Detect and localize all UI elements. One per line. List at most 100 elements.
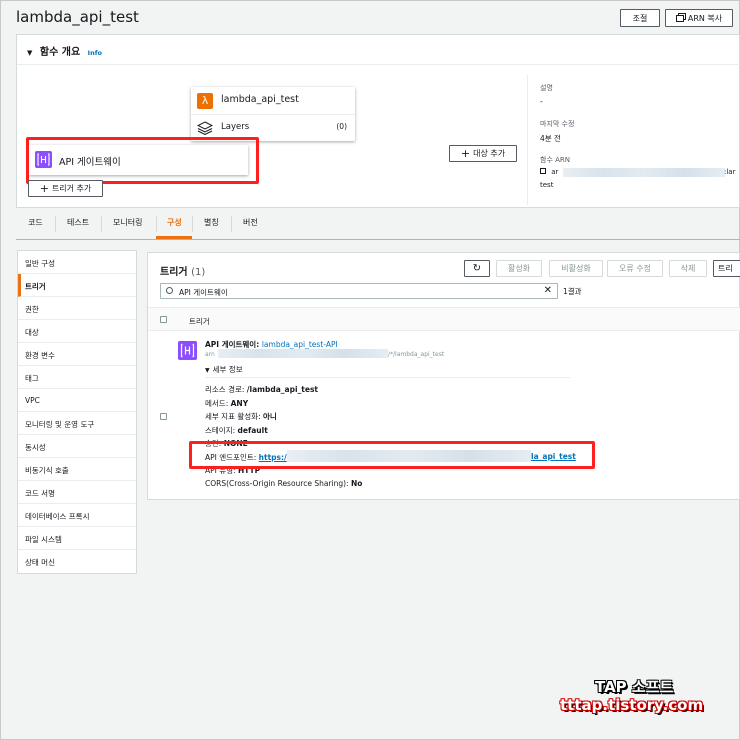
last-modified-value: 4분 전 (540, 134, 561, 143)
configuration-sidebar: 일반 구성 트리거 권한 대상 환경 변수 태그 VPC 모니터링 및 운영 도… (17, 250, 137, 574)
sidebar-item-destinations[interactable]: 대상 (18, 320, 136, 343)
triggers-count: (1) (191, 267, 206, 278)
metrics-label: 세부 지표 활성화: (205, 412, 263, 421)
row-checkbox[interactable] (160, 413, 167, 420)
sidebar-item-file-system[interactable]: 파일 시스템 (18, 527, 136, 550)
trigger-arn-suffix: /*/lambda_api_test (388, 351, 445, 358)
add-destination-label: 대상 추가 (473, 149, 506, 158)
function-overview-panel: ▼ 함수 개요 Info λ lambda_api_test Layers (0… (16, 34, 740, 208)
arn-last: test (540, 181, 554, 189)
watermark-url: tttap.tistory.com (560, 696, 704, 714)
resource-path-value: /lambda_api_test (246, 385, 319, 394)
sidebar-item-db-proxy[interactable]: 데이터베이스 프록시 (18, 504, 136, 527)
sidebar-item-monitoring-tools[interactable]: 모니터링 및 운영 도구 (18, 412, 136, 435)
sidebar-item-triggers[interactable]: 트리거 (18, 274, 136, 297)
layers-count: (0) (336, 122, 347, 131)
tab-separator (231, 216, 232, 232)
stage-row: 스테이지: default (205, 425, 268, 436)
metrics-row: 세부 지표 활성화: 아니 (205, 411, 277, 422)
enable-button[interactable]: 활성화 (496, 260, 542, 277)
search-value: API 게이트웨이 (179, 288, 228, 297)
cors-label: CORS(Cross-Origin Resource Sharing): (205, 479, 351, 488)
layers-icon (197, 121, 213, 135)
watermark-title: TAP 소프트 (595, 678, 674, 696)
sidebar-item-async[interactable]: 비동기식 호출 (18, 458, 136, 481)
plus-icon: + (460, 147, 471, 160)
refresh-icon: ↻ (472, 263, 482, 274)
layers-label[interactable]: Layers (221, 122, 249, 132)
sidebar-item-vpc[interactable]: VPC (18, 389, 136, 412)
copy-icon (675, 14, 684, 22)
search-icon (166, 287, 173, 294)
details-toggle[interactable]: ▼ 세부 정보 (205, 364, 243, 375)
method-row: 메서드: ANY (205, 398, 248, 409)
copy-arn-button[interactable]: ARN 복사 (665, 9, 733, 27)
description-label: 설명 (540, 84, 553, 92)
caret-down-icon: ▼ (205, 367, 210, 374)
trigger-arn-prefix: arn (205, 351, 215, 358)
fix-errors-button[interactable]: 오류 수정 (607, 260, 663, 277)
triggers-title: 트리거 (160, 267, 188, 278)
trigger-type: API 게이트웨이: (205, 340, 262, 349)
divider (205, 377, 570, 378)
select-all-checkbox[interactable] (160, 316, 167, 323)
method-value: ANY (230, 399, 249, 408)
sidebar-item-state-machines[interactable]: 상태 머신 (18, 550, 136, 573)
function-details: 설명 - 마지막 수정 4분 전 함수 ARN ar :lar test (527, 75, 737, 205)
delete-button[interactable]: 삭제 (669, 260, 707, 277)
highlight-box-trigger (26, 137, 259, 184)
add-trigger-button[interactable]: + 트리거 추가 (28, 180, 103, 197)
sidebar-item-general[interactable]: 일반 구성 (18, 251, 136, 274)
tab-separator (192, 216, 193, 232)
tab-test[interactable]: 테스트 (67, 217, 89, 228)
tab-separator (101, 216, 102, 232)
triggers-title-wrap: 트리거 (1) (160, 263, 205, 278)
tab-separator (156, 216, 157, 232)
sidebar-item-env-vars[interactable]: 환경 변수 (18, 343, 136, 366)
active-tab-indicator (156, 236, 192, 239)
tab-code[interactable]: 코드 (28, 217, 43, 228)
tab-versions[interactable]: 버전 (243, 217, 258, 228)
table-header: 트리거 (148, 307, 740, 331)
page-header: lambda_api_test 조절 ARN 복사 (0, 0, 740, 34)
method-label: 메서드: (205, 399, 231, 408)
lambda-function-card[interactable]: λ lambda_api_test Layers (0) (191, 87, 355, 141)
plus-icon: + (39, 182, 49, 195)
overview-header: ▼ 함수 개요 Info (17, 35, 740, 65)
sidebar-item-permissions[interactable]: 권한 (18, 297, 136, 320)
overview-title-wrap: ▼ 함수 개요 Info (27, 43, 102, 58)
stage-label: 스테이지: (205, 426, 238, 435)
info-link[interactable]: Info (88, 49, 102, 57)
last-modified-label: 마지막 수정 (540, 120, 575, 128)
tab-monitoring[interactable]: 모니터링 (113, 217, 142, 228)
add-trigger-button-main[interactable]: 트리 (713, 260, 740, 277)
resource-path-row: 리소스 경로: /lambda_api_test (205, 384, 318, 395)
disable-button[interactable]: 비활성화 (549, 260, 603, 277)
blurred-trigger-arn (218, 349, 388, 358)
column-header-trigger: 트리거 (189, 317, 210, 326)
resource-path-label: 리소스 경로: (205, 385, 247, 394)
adjust-button[interactable]: 조절 (620, 9, 660, 27)
trigger-api-link[interactable]: lambda_api_test-API (262, 340, 338, 349)
arn-prefix: ar (551, 168, 559, 176)
add-trigger-label: 트리거 추가 (51, 184, 92, 193)
collapse-caret-icon[interactable]: ▼ (27, 49, 32, 57)
arn-label: 함수 ARN (540, 156, 570, 164)
copy-icon[interactable] (540, 168, 546, 174)
lambda-icon: λ (197, 93, 213, 109)
tab-configuration[interactable]: 구성 (167, 217, 182, 228)
blurred-arn (563, 168, 725, 177)
tab-aliases[interactable]: 별칭 (204, 217, 219, 228)
metrics-value: 아니 (262, 412, 277, 421)
sidebar-item-tags[interactable]: 태그 (18, 366, 136, 389)
api-gateway-icon (178, 341, 197, 360)
add-destination-button[interactable]: + 대상 추가 (449, 145, 517, 162)
sidebar-item-code-signing[interactable]: 코드 서명 (18, 481, 136, 504)
search-input[interactable]: API 게이트웨이 ✕ (160, 283, 558, 299)
sidebar-item-concurrency[interactable]: 동시성 (18, 435, 136, 458)
clear-icon[interactable]: ✕ (544, 285, 552, 296)
divider (191, 114, 355, 115)
result-count: 1결과 (563, 287, 582, 296)
refresh-button[interactable]: ↻ (464, 260, 490, 277)
function-tabs: 코드 테스트 모니터링 구성 별칭 버전 (16, 208, 740, 240)
